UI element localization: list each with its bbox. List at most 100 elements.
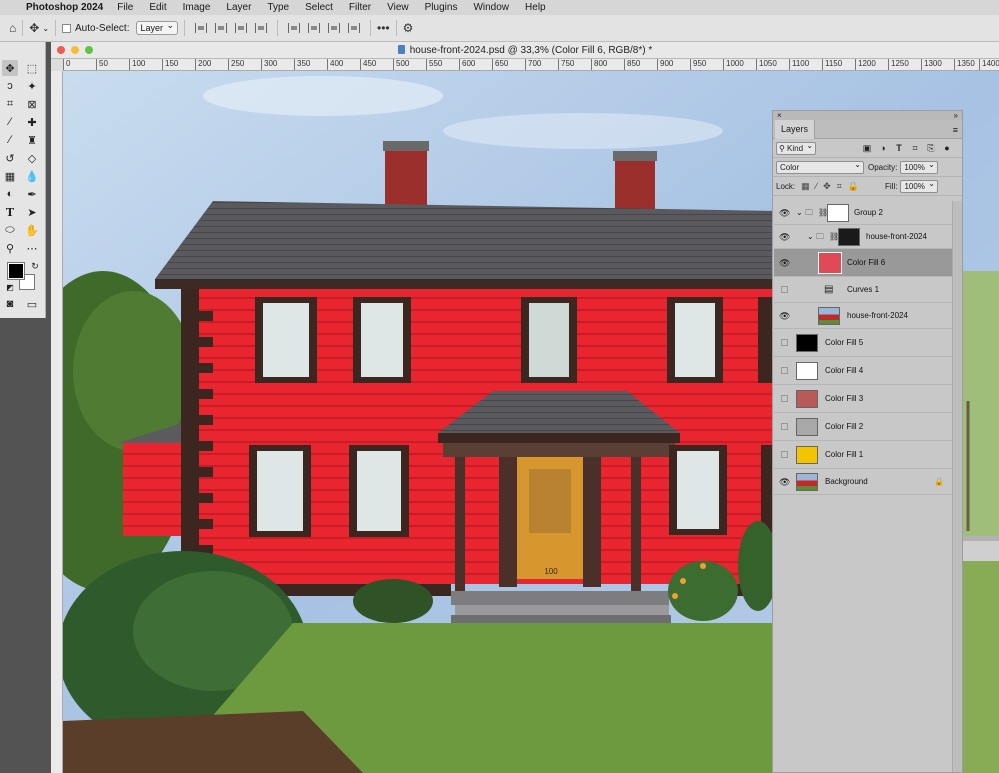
layer-row-color-fill-6[interactable]: 👁 Color Fill 6: [774, 249, 953, 277]
menu-select[interactable]: Select: [305, 2, 333, 13]
menu-filter[interactable]: Filter: [349, 2, 371, 13]
chevron-down-icon[interactable]: ⌄: [807, 231, 814, 243]
history-brush-icon[interactable]: ↺: [2, 150, 18, 166]
swap-colors-icon[interactable]: ↻: [27, 258, 43, 274]
filter-toggle-icon[interactable]: ●: [942, 143, 952, 153]
layer-row-background[interactable]: 👁 Background 🔒: [774, 469, 953, 495]
zoom-tool-icon[interactable]: ⚲: [2, 240, 18, 256]
align-bottom-icon[interactable]: [328, 23, 341, 33]
blend-mode-dropdown[interactable]: Color: [776, 159, 864, 174]
visibility-eye-icon[interactable]: 👁: [779, 477, 790, 487]
visibility-eye-icon[interactable]: 👁: [779, 208, 790, 218]
foreground-color-swatch[interactable]: [7, 262, 25, 280]
lock-all-icon[interactable]: 🔒: [848, 181, 859, 192]
visibility-toggle[interactable]: [781, 450, 788, 458]
lock-artboard-icon[interactable]: ⌗: [837, 181, 842, 192]
home-icon[interactable]: ⌂: [9, 21, 16, 35]
menu-file[interactable]: File: [117, 2, 133, 13]
lock-position-icon[interactable]: ✥: [823, 181, 831, 192]
align-top-icon[interactable]: [288, 23, 301, 33]
app-menu[interactable]: Photoshop 2024: [26, 2, 103, 13]
filter-adjustment-icon[interactable]: ◑: [878, 143, 888, 153]
close-panel-icon[interactable]: ×: [777, 111, 782, 120]
layer-row-curves-1[interactable]: ▤ Curves 1: [774, 277, 953, 303]
menu-edit[interactable]: Edit: [149, 2, 166, 13]
marquee-tool-icon[interactable]: ⬚: [24, 60, 40, 76]
blur-tool-icon[interactable]: 💧: [24, 168, 40, 184]
menu-view[interactable]: View: [387, 2, 409, 13]
dodge-tool-icon[interactable]: ◐: [2, 186, 18, 202]
layer-row-color-fill-5[interactable]: Color Fill 5: [774, 329, 953, 357]
menu-image[interactable]: Image: [183, 2, 211, 13]
visibility-toggle[interactable]: [781, 366, 788, 374]
visibility-toggle[interactable]: [781, 422, 788, 430]
lock-transparent-icon[interactable]: ▦: [801, 181, 810, 192]
frame-tool-icon[interactable]: ⊠: [24, 96, 40, 112]
screen-mode-icon[interactable]: ▭: [24, 296, 40, 312]
visibility-toggle[interactable]: [781, 338, 788, 346]
menu-type[interactable]: Type: [267, 2, 289, 13]
ellipse-tool-icon[interactable]: ⬭: [2, 222, 18, 238]
menu-window[interactable]: Window: [473, 2, 509, 13]
crop-tool-icon[interactable]: ⌗: [2, 96, 18, 112]
auto-select-dropdown[interactable]: Layer: [135, 19, 179, 35]
magic-wand-icon[interactable]: ✦: [24, 78, 40, 94]
opacity-input[interactable]: 100%: [900, 159, 938, 174]
healing-brush-icon[interactable]: ✚: [24, 114, 40, 130]
chevron-down-icon[interactable]: ⌄: [796, 207, 803, 219]
move-tool-preset-icon[interactable]: ✥: [29, 21, 39, 35]
menu-plugins[interactable]: Plugins: [425, 2, 458, 13]
quick-mask-icon[interactable]: ◙: [2, 296, 18, 312]
lock-pixels-icon[interactable]: ∕: [816, 181, 818, 191]
panel-menu-icon[interactable]: ≡: [953, 125, 958, 135]
visibility-toggle[interactable]: [781, 394, 788, 402]
align-right-icon[interactable]: [235, 23, 248, 33]
tab-layers[interactable]: Layers: [775, 120, 816, 139]
layer-row-color-fill-4[interactable]: Color Fill 4: [774, 357, 953, 385]
align-justify-icon[interactable]: [255, 23, 268, 33]
more-tools-icon[interactable]: ⋯: [24, 240, 40, 256]
eyedropper-icon[interactable]: ⁄: [2, 114, 18, 130]
document-tab[interactable]: house-front-2024.psd @ 33,3% (Color Fill…: [51, 44, 999, 56]
lasso-tool-icon[interactable]: ↄ: [2, 78, 18, 94]
brush-tool-icon[interactable]: ∕: [2, 132, 18, 148]
align-center-icon[interactable]: [215, 23, 228, 33]
gear-icon[interactable]: ⚙: [403, 21, 414, 35]
layer-row-house-front-image[interactable]: 👁 house-front-2024: [774, 303, 953, 329]
hand-tool-icon[interactable]: ✋: [24, 222, 40, 238]
layer-row-color-fill-2[interactable]: Color Fill 2: [774, 413, 953, 441]
filter-shape-icon[interactable]: ⌗: [910, 143, 920, 153]
layers-scrollbar[interactable]: [952, 201, 962, 772]
visibility-eye-icon[interactable]: 👁: [779, 311, 790, 321]
filter-kind-dropdown[interactable]: ⚲ Kind: [776, 140, 817, 155]
visibility-eye-icon[interactable]: 👁: [779, 232, 790, 242]
default-colors-icon[interactable]: ◩: [2, 279, 18, 295]
pen-tool-icon[interactable]: ✒: [24, 186, 40, 202]
visibility-toggle[interactable]: [781, 285, 788, 293]
align-left-icon[interactable]: [195, 23, 208, 33]
auto-select-checkbox[interactable]: [62, 23, 72, 33]
layer-row-group-2[interactable]: 👁 ⌄ 🗀 ⛓ Group 2: [774, 201, 953, 225]
stamp-tool-icon[interactable]: ♜: [24, 132, 40, 148]
layer-row-color-fill-3[interactable]: Color Fill 3: [774, 385, 953, 413]
chevron-down-icon[interactable]: ⌄: [42, 24, 49, 33]
more-options-icon[interactable]: •••: [377, 21, 390, 35]
fill-input[interactable]: 100%: [900, 178, 938, 193]
layer-row-color-fill-1[interactable]: Color Fill 1: [774, 441, 953, 469]
vertical-ruler[interactable]: [51, 59, 63, 773]
menu-layer[interactable]: Layer: [226, 2, 251, 13]
filter-pixel-icon[interactable]: ▣: [862, 143, 872, 153]
filter-type-icon[interactable]: T: [894, 143, 904, 153]
menu-help[interactable]: Help: [525, 2, 546, 13]
distribute-icon[interactable]: [348, 23, 361, 33]
type-tool-icon[interactable]: T: [2, 204, 18, 220]
ruler-origin[interactable]: [51, 59, 63, 71]
gradient-tool-icon[interactable]: ▦: [2, 168, 18, 184]
eraser-tool-icon[interactable]: ◇: [24, 150, 40, 166]
visibility-eye-icon[interactable]: 👁: [779, 258, 790, 268]
move-tool-icon[interactable]: ✥: [2, 60, 18, 76]
collapse-panel-icon[interactable]: »: [954, 111, 958, 120]
filter-smart-object-icon[interactable]: ⎘: [926, 143, 936, 153]
align-middle-icon[interactable]: [308, 23, 321, 33]
path-selection-icon[interactable]: ➤: [24, 204, 40, 220]
